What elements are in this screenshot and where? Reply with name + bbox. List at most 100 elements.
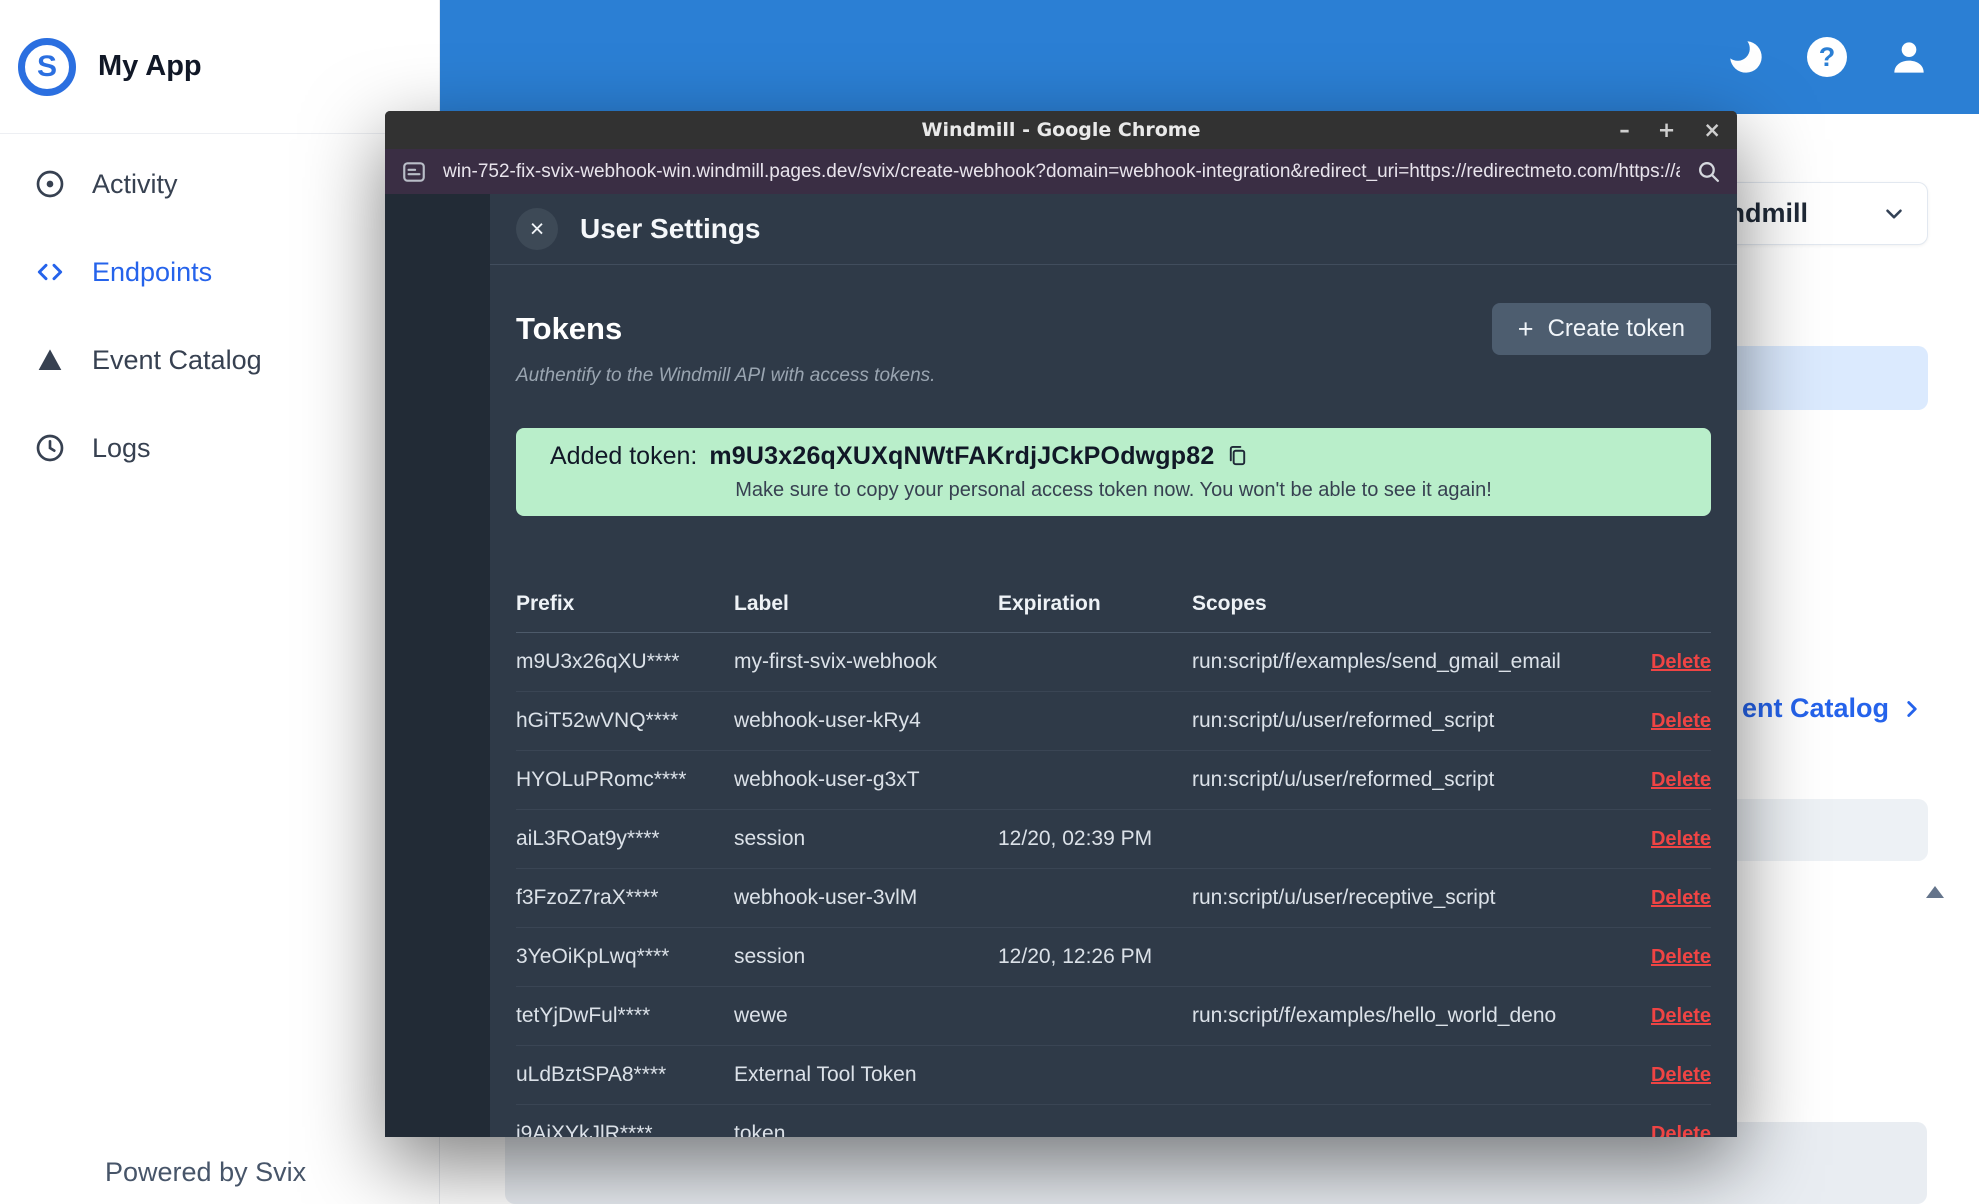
token-expiration: 12/20, 12:26 PM: [998, 945, 1153, 968]
search-icon[interactable]: [1696, 159, 1721, 184]
clipboard-icon: [1230, 445, 1246, 466]
sidebar-item-label: Activity: [92, 168, 178, 199]
table-row: uLdBztSPA8**** External Tool Token Delet…: [516, 1046, 1711, 1105]
token-scopes: run:script/u/user/receptive_script: [1192, 886, 1496, 909]
column-header-label: Label: [734, 592, 789, 615]
tokens-header: Tokens + Create token: [516, 303, 1711, 355]
table-row: m9U3x26qXU**** my-first-svix-webhook run…: [516, 633, 1711, 692]
delete-link[interactable]: Delete: [1651, 828, 1711, 850]
token-label: token: [734, 1122, 786, 1137]
svix-logo-icon: S: [18, 37, 76, 96]
token-label: wewe: [734, 1004, 788, 1027]
token-prefix: hGiT52wVNQ****: [516, 709, 679, 732]
delete-link[interactable]: Delete: [1651, 651, 1711, 673]
token-prefix: HYOLuPRomc****: [516, 768, 687, 791]
event-catalog-link-label: ent Catalog: [1742, 693, 1890, 723]
sidebar-item-label: Event Catalog: [92, 344, 262, 375]
alert-note: Make sure to copy your personal access t…: [735, 479, 1492, 501]
powered-by-svix: Powered by Svix: [105, 1157, 307, 1187]
token-prefix: i9AjXYkJlR****: [516, 1122, 653, 1137]
tokens-table-header: Prefix Label Expiration Scopes: [516, 576, 1711, 633]
table-row: hGiT52wVNQ**** webhook-user-kRy4 run:scr…: [516, 692, 1711, 751]
close-icon: ×: [529, 214, 545, 243]
tokens-table: Prefix Label Expiration Scopes m9U3x26qX…: [516, 576, 1711, 1137]
event-catalog-link[interactable]: ent Catalog: [1742, 693, 1925, 724]
window-controls: – + ×: [1619, 111, 1721, 149]
token-label: webhook-user-kRy4: [734, 709, 921, 732]
chrome-content: × User Settings Tokens + Create token Au…: [385, 194, 1737, 1137]
column-header-scopes: Scopes: [1192, 592, 1267, 615]
token-prefix: aiL3ROat9y****: [516, 827, 660, 850]
tokens-heading: Tokens: [516, 311, 623, 346]
window-title: Windmill - Google Chrome: [921, 119, 1201, 141]
token-prefix: f3FzoZ7raX****: [516, 886, 659, 909]
chrome-urlbar[interactable]: win-752-fix-svix-webhook-win.windmill.pa…: [385, 149, 1737, 194]
user-profile-icon[interactable]: [1887, 35, 1931, 79]
token-label: session: [734, 827, 806, 850]
sidebar-item-endpoints[interactable]: Endpoints: [0, 228, 439, 316]
table-row: 3YeOiKpLwq**** session 12/20, 12:26 PM D…: [516, 928, 1711, 987]
token-created-alert: Added token: m9U3x26qXUXqNWtFAKrdjJCkPOd…: [516, 428, 1711, 516]
alert-token-line: Added token: m9U3x26qXUXqNWtFAKrdjJCkPOd…: [550, 442, 1677, 471]
token-scopes: run:script/f/examples/send_gmail_email: [1192, 650, 1561, 673]
token-scopes: run:script/f/examples/hello_world_deno: [1192, 1004, 1557, 1027]
delete-link[interactable]: Delete: [1651, 1005, 1711, 1027]
token-label: webhook-user-g3xT: [734, 768, 920, 791]
logs-icon: [36, 434, 64, 462]
delete-link[interactable]: Delete: [1651, 1064, 1711, 1086]
plus-icon: +: [1517, 313, 1534, 344]
topbar-icons: ?: [1725, 0, 1979, 114]
close-drawer-button[interactable]: ×: [516, 208, 558, 250]
user-settings-drawer: × User Settings Tokens + Create token Au…: [490, 194, 1737, 1137]
token-prefix: 3YeOiKpLwq****: [516, 945, 670, 968]
delete-link[interactable]: Delete: [1651, 1123, 1711, 1137]
minimize-button[interactable]: –: [1619, 118, 1630, 142]
token-scopes: run:script/u/user/reformed_script: [1192, 709, 1495, 732]
token-prefix: tetYjDwFul****: [516, 1004, 651, 1027]
sidebar-header: S My App: [0, 0, 439, 134]
topbar: ?: [440, 0, 1979, 114]
token-label: my-first-svix-webhook: [734, 650, 938, 673]
sidebar-item-event-catalog[interactable]: Event Catalog: [0, 316, 439, 404]
table-row: i9AjXYkJlR**** token Delete: [516, 1105, 1711, 1137]
sidebar-item-activity[interactable]: Activity: [0, 140, 439, 228]
table-row: HYOLuPRomc**** webhook-user-g3xT run:scr…: [516, 751, 1711, 810]
help-icon[interactable]: ?: [1807, 37, 1847, 77]
delete-link[interactable]: Delete: [1651, 769, 1711, 791]
drawer-title: User Settings: [580, 213, 761, 244]
delete-link[interactable]: Delete: [1651, 887, 1711, 909]
delete-link[interactable]: Delete: [1651, 710, 1711, 732]
url-text[interactable]: win-752-fix-svix-webhook-win.windmill.pa…: [443, 161, 1680, 183]
delete-link[interactable]: Delete: [1651, 946, 1711, 968]
alert-token-value: m9U3x26qXUXqNWtFAKrdjJCkPOdwgp82: [709, 442, 1215, 470]
sidebar-item-label: Endpoints: [92, 256, 213, 287]
token-label: session: [734, 945, 806, 968]
sidebar: S My App Activity Endpoints Event Catalo…: [0, 0, 440, 1204]
scrollbar-arrow-icon: [1926, 886, 1944, 898]
token-scopes: run:script/u/user/reformed_script: [1192, 768, 1495, 791]
event-catalog-icon: [38, 349, 62, 370]
tokens-subtitle: Authentify to the Windmill API with acce…: [516, 365, 936, 386]
chrome-titlebar[interactable]: Windmill - Google Chrome – + ×: [385, 111, 1737, 149]
copy-token-button[interactable]: [1226, 445, 1249, 468]
dark-mode-moon-icon[interactable]: [1725, 36, 1767, 78]
token-expiration: 12/20, 02:39 PM: [998, 827, 1153, 850]
table-row: tetYjDwFul**** wewe run:script/f/example…: [516, 987, 1711, 1046]
table-row: aiL3ROat9y**** session 12/20, 02:39 PM D…: [516, 810, 1711, 869]
token-label: webhook-user-3vlM: [734, 886, 918, 909]
token-prefix: uLdBztSPA8****: [516, 1063, 667, 1086]
logo-letter: S: [36, 49, 57, 83]
token-table-body: m9U3x26qXU**** my-first-svix-webhook run…: [516, 633, 1711, 1137]
create-token-label: Create token: [1547, 315, 1685, 342]
site-settings-icon[interactable]: [401, 159, 427, 185]
chrome-window: Windmill - Google Chrome – + × win-752-f…: [385, 111, 1737, 1137]
column-header-expiration: Expiration: [998, 592, 1101, 615]
create-token-button[interactable]: + Create token: [1491, 303, 1711, 355]
maximize-button[interactable]: +: [1658, 118, 1676, 142]
sidebar-item-logs[interactable]: Logs: [0, 404, 439, 492]
app-title: My App: [98, 50, 202, 82]
close-window-button[interactable]: ×: [1703, 118, 1721, 142]
token-prefix: m9U3x26qXU****: [516, 650, 680, 673]
activity-icon: [36, 170, 64, 198]
table-row: f3FzoZ7raX**** webhook-user-3vlM run:scr…: [516, 869, 1711, 928]
